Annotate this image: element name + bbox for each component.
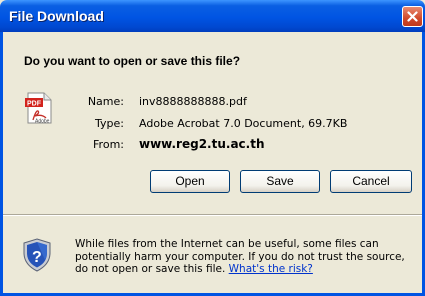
window-title: File Download bbox=[9, 8, 104, 24]
title-bar[interactable]: File Download bbox=[0, 0, 425, 32]
from-label: From: bbox=[93, 138, 124, 151]
close-button[interactable] bbox=[402, 6, 423, 27]
svg-text:?: ? bbox=[32, 249, 42, 266]
whats-the-risk-link[interactable]: What's the risk? bbox=[229, 263, 313, 275]
divider-highlight bbox=[3, 215, 422, 216]
security-warning: While files from the Internet can be use… bbox=[75, 238, 410, 276]
from-value: www.reg2.tu.ac.th bbox=[139, 137, 265, 151]
save-button[interactable]: Save bbox=[240, 170, 320, 193]
open-button[interactable]: Open bbox=[150, 170, 230, 193]
close-icon bbox=[407, 11, 418, 22]
name-value: inv8888888888.pdf bbox=[139, 95, 247, 108]
type-label: Type: bbox=[95, 117, 124, 130]
cancel-button[interactable]: Cancel bbox=[330, 170, 412, 193]
dialog-question: Do you want to open or save this file? bbox=[24, 54, 241, 68]
name-label: Name: bbox=[87, 95, 124, 108]
shield-question-icon: ? bbox=[23, 238, 51, 272]
type-value: Adobe Acrobat 7.0 Document, 69.7KB bbox=[139, 117, 348, 130]
